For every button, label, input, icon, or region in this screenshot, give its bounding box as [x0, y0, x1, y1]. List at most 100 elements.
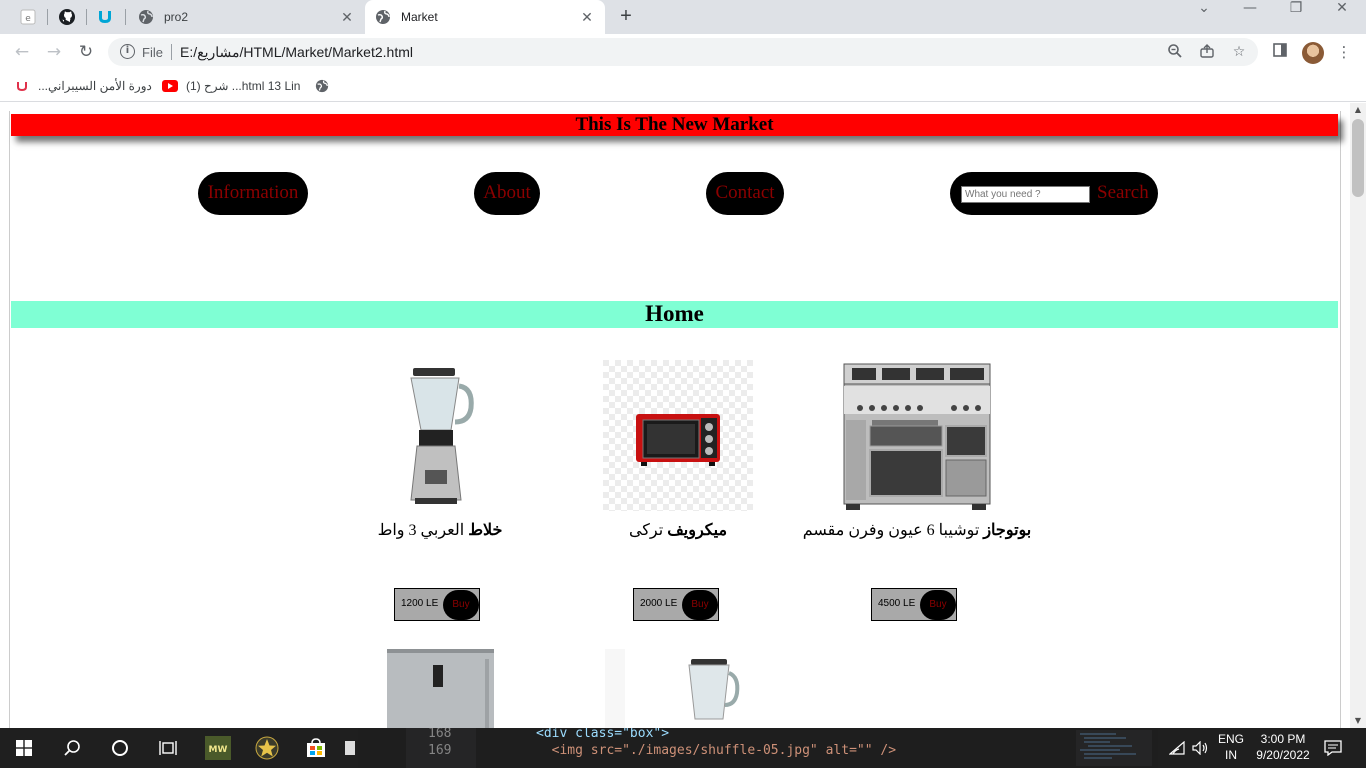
cortana-icon[interactable] [96, 728, 144, 768]
product-name: بوتوجاز توشيبا 6 عيون وفرن مقسم [802, 520, 1032, 542]
blender-image [605, 649, 755, 728]
line-number: 169 [428, 743, 452, 758]
app-icon-partial[interactable] [340, 728, 360, 768]
svg-text:MW: MW [209, 745, 228, 755]
share-icon[interactable] [1198, 43, 1216, 61]
code-editor-preview: 168 169 <div class="box"> <img src="./im… [358, 728, 1158, 768]
tab-search-chevron-icon[interactable]: ⌄ [1181, 0, 1227, 30]
new-tab-button[interactable]: + [614, 5, 638, 29]
tab-separator [47, 9, 48, 25]
browser-toolbar: ← → ↻ i File E:/مشاريع/HTML/Market/Marke… [0, 34, 1366, 70]
product-name-bold: خلاط [468, 522, 503, 539]
udemy-u-icon [14, 78, 30, 94]
clock-date: 9/20/2022 [1256, 748, 1310, 762]
bookmarks-bar: دورة الأمن السيبراني... (1) شرح ...html … [0, 70, 1366, 102]
pinned-tab-blank[interactable]: e [17, 7, 39, 27]
tab-separator [125, 9, 126, 25]
product-card: ميكرويف تركى [563, 360, 793, 542]
bookmark-label: دورة الأمن السيبراني... [38, 79, 152, 93]
search-icon[interactable] [48, 728, 96, 768]
scroll-down-arrow-icon[interactable]: ▼ [1350, 714, 1366, 728]
product-card: خلاط العربي 3 واط [325, 360, 555, 542]
page-scrollbar[interactable]: ▲ ▼ [1350, 103, 1366, 728]
bookmark-label: (1) شرح ...html 13 Lin [186, 79, 301, 93]
line-number: 168 [428, 728, 452, 741]
url-scheme-label: File [142, 45, 163, 60]
reload-button[interactable]: ↻ [74, 40, 98, 64]
product-name-bold: ميكرويف [667, 522, 728, 539]
search-input[interactable] [961, 186, 1090, 203]
close-tab-icon[interactable]: ✕ [577, 9, 597, 26]
windows-start-icon[interactable] [0, 728, 48, 768]
gas-stove-image [842, 360, 992, 511]
volume-icon[interactable] [1190, 728, 1212, 768]
clock-time: 3:00 PM [1260, 732, 1306, 746]
tab-strip: e pro2 ✕ Market ✕ + ⌄ — ❐ ✕ [0, 0, 1366, 34]
close-window-button[interactable]: ✕ [1319, 0, 1365, 30]
menu-kebab-icon[interactable]: ⋮ [1334, 42, 1354, 62]
site-info-icon[interactable]: i [120, 44, 135, 59]
profile-avatar[interactable] [1302, 42, 1324, 64]
github-icon [59, 9, 75, 25]
bookmark-star-icon[interactable]: ☆ [1230, 43, 1248, 61]
page-icon: e [20, 9, 36, 25]
task-view-icon[interactable] [144, 728, 192, 768]
url-text[interactable]: E:/مشاريع/HTML/Market/Market2.html [180, 44, 413, 61]
code-line: <div class="box"> [536, 728, 670, 741]
product-name-rest: العربي 3 واط [377, 522, 469, 539]
bookmark-cybersecurity[interactable]: دورة الأمن السيبراني... [14, 77, 152, 95]
search-button[interactable]: Search [1097, 172, 1149, 213]
product-name-bold: بوتوجاز [983, 522, 1032, 539]
nav-contact-button[interactable]: Contact [706, 172, 784, 215]
refrigerator-image [387, 649, 494, 728]
side-panel-icon[interactable] [1270, 42, 1290, 62]
forward-button[interactable]: → [42, 40, 66, 64]
notification-center-icon[interactable] [1318, 728, 1348, 768]
product-name-rest: تركى [628, 522, 668, 539]
blender-image [365, 360, 515, 511]
pinned-tab-github[interactable] [56, 7, 78, 27]
back-button[interactable]: ← [10, 40, 34, 64]
network-wifi-icon[interactable] [1166, 728, 1188, 768]
tab-separator [86, 9, 87, 25]
scroll-up-arrow-icon[interactable]: ▲ [1350, 103, 1366, 117]
restore-button[interactable]: ❐ [1273, 0, 1319, 30]
price-box: 2000 LE Buy [633, 588, 719, 621]
nav-about-button[interactable]: About [474, 172, 540, 215]
close-tab-icon[interactable]: ✕ [337, 9, 357, 26]
globe-icon [139, 10, 153, 24]
pinned-tab-udemy[interactable] [94, 7, 116, 27]
price-box: 1200 LE Buy [394, 588, 480, 621]
editor-minimap [1076, 730, 1152, 766]
nav-information-button[interactable]: Information [198, 172, 308, 215]
tab-title: Market [401, 10, 438, 24]
tab-market[interactable]: Market ✕ [365, 0, 605, 34]
microsoft-store-icon[interactable] [292, 728, 340, 768]
search-box: Search [950, 172, 1158, 215]
buy-button[interactable]: Buy [920, 590, 956, 620]
url-separator [171, 44, 172, 60]
section-title-home: Home [11, 301, 1338, 328]
scrollbar-thumb[interactable] [1352, 119, 1364, 197]
minimize-button[interactable]: — [1227, 0, 1273, 30]
code-line: <img src="./images/shuffle-05.jpg" alt="… [536, 743, 897, 758]
product-name: ميكرويف تركى [563, 520, 793, 542]
tab-title: pro2 [164, 10, 189, 24]
page-viewport: This Is The New Market Information About… [0, 103, 1350, 728]
bookmark-youtube[interactable]: (1) شرح ...html 13 Lin [162, 77, 300, 95]
clock[interactable]: 3:00 PM 9/20/2022 [1248, 732, 1318, 762]
game-app-icon[interactable]: MW [194, 728, 242, 768]
product-name: خلاط العربي 3 واط [325, 520, 555, 542]
site-header: This Is The New Market [11, 114, 1338, 136]
bookmark-globe[interactable] [314, 77, 338, 95]
buy-button[interactable]: Buy [682, 590, 718, 620]
language-indicator[interactable]: ENG IN [1214, 732, 1248, 762]
zoom-icon[interactable] [1166, 43, 1184, 61]
microwave-oven-image [603, 360, 753, 511]
tab-pro2[interactable]: pro2 ✕ [128, 0, 365, 34]
address-bar[interactable]: i File E:/مشاريع/HTML/Market/Market2.htm… [108, 38, 1258, 66]
star-badge-app-icon[interactable] [243, 728, 291, 768]
language-code: ENG [1217, 732, 1244, 746]
buy-button[interactable]: Buy [443, 590, 479, 620]
price-label: 1200 LE [401, 598, 439, 609]
